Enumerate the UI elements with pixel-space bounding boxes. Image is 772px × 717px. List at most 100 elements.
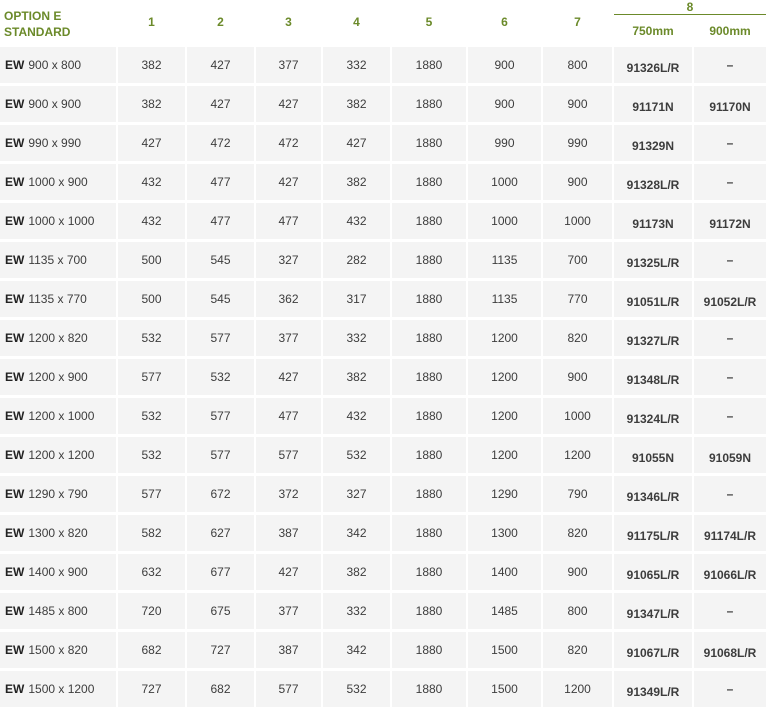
row-size: 900 x 800 (28, 58, 82, 72)
cell-col-1: 382 (118, 86, 185, 122)
code-750-text: 91327L/R (626, 334, 680, 348)
code-750-text: 91326L/R (626, 61, 680, 75)
code-750-text: 91171N (632, 100, 674, 114)
cell-col-2: 545 (187, 242, 254, 278)
table-row: EW 1200 x 1200 532 577 577 532 1880 1200 1200 910… (0, 437, 766, 473)
row-prefix: EW (5, 331, 25, 345)
row-prefix: EW (5, 409, 25, 423)
cell-col-7: 820 (543, 632, 612, 668)
code-750-text: 91346L/R (626, 490, 680, 504)
cell-col-5: 1880 (392, 398, 466, 434)
cell-col-6: 1300 (468, 515, 541, 551)
cell-col-6: 1485 (468, 593, 541, 629)
table-row: EW 1135 x 770 500 545 362 317 1880 1135 770 91051… (0, 281, 766, 317)
code-900-cell: – (694, 164, 766, 200)
code-900-cell: 91068L/R (694, 632, 766, 668)
cell-col-1: 432 (118, 203, 185, 239)
cell-col-5: 1880 (392, 671, 466, 707)
cell-col-2: 682 (187, 671, 254, 707)
cell-col-4: 432 (323, 203, 390, 239)
row-size: 1300 x 820 (28, 526, 88, 540)
code-900-text: – (726, 682, 734, 696)
code-750-cell: 91328L/R (614, 164, 692, 200)
code-750-text: 91055N (631, 451, 675, 465)
row-prefix: EW (5, 565, 25, 579)
code-750-text: 91175L/R (626, 529, 680, 543)
cell-col-1: 532 (118, 320, 185, 356)
table-row: EW 1485 x 800 720 675 377 332 1880 1485 800 91347… (0, 593, 766, 629)
code-900-text: – (726, 487, 734, 501)
code-750-text: 91051L/R (626, 295, 680, 309)
table-row: EW 1000 x 1000 432 477 477 432 1880 1000 1000 911… (0, 203, 766, 239)
cell-col-3: 327 (256, 242, 321, 278)
code-900-cell: – (694, 359, 766, 395)
option-heading: OPTION E STANDARD (0, 0, 116, 44)
code-750-cell: 91347L/R (614, 593, 692, 629)
row-size: 1000 x 1000 (28, 214, 95, 228)
cell-col-7: 900 (543, 554, 612, 590)
code-750-cell: 91325L/R (614, 242, 692, 278)
code-750-cell: 91065L/R (614, 554, 692, 590)
cell-col-5: 1880 (392, 554, 466, 590)
row-prefix: EW (5, 97, 25, 111)
cell-col-1: 582 (118, 515, 185, 551)
cell-col-6: 1290 (468, 476, 541, 512)
column-header-4: 4 (323, 0, 390, 44)
row-prefix: EW (5, 58, 25, 72)
cell-col-3: 577 (256, 671, 321, 707)
cell-col-6: 990 (468, 125, 541, 161)
row-label: EW 1135 x 700 (0, 242, 116, 278)
cell-col-5: 1880 (392, 593, 466, 629)
code-900-text: – (726, 175, 734, 189)
row-size: 1485 x 800 (28, 604, 88, 618)
cell-col-5: 1880 (392, 125, 466, 161)
code-750-cell: 91324L/R (614, 398, 692, 434)
column-header-8: 8 (614, 0, 766, 15)
row-label: EW 1200 x 820 (0, 320, 116, 356)
cell-col-6: 1200 (468, 437, 541, 473)
cell-col-1: 577 (118, 476, 185, 512)
row-size: 1200 x 1000 (28, 409, 95, 423)
cell-col-5: 1880 (392, 86, 466, 122)
row-label: EW 1485 x 800 (0, 593, 116, 629)
cell-col-6: 900 (468, 86, 541, 122)
row-prefix: EW (5, 175, 25, 189)
code-900-text: – (726, 409, 734, 423)
cell-col-3: 427 (256, 86, 321, 122)
code-900-text: 91068L/R (703, 646, 757, 660)
cell-col-1: 720 (118, 593, 185, 629)
row-label: EW 1200 x 1000 (0, 398, 116, 434)
row-label: EW 1290 x 790 (0, 476, 116, 512)
row-size: 1400 x 900 (28, 565, 88, 579)
cell-col-3: 477 (256, 203, 321, 239)
code-900-text: 91066L/R (703, 568, 757, 582)
cell-col-5: 1880 (392, 359, 466, 395)
table-row: EW 1200 x 900 577 532 427 382 1880 1200 900 91348… (0, 359, 766, 395)
option-line-1: OPTION E (4, 9, 62, 23)
code-900-cell: – (694, 671, 766, 707)
code-900-cell: 91170N (694, 86, 766, 122)
row-size: 1500 x 820 (28, 643, 88, 657)
row-size: 1500 x 1200 (28, 682, 95, 696)
cell-col-2: 577 (187, 437, 254, 473)
table-row: EW 1200 x 1000 532 577 477 432 1880 1200 1000 913… (0, 398, 766, 434)
table-row: EW 1500 x 820 682 727 387 342 1880 1500 820 91067… (0, 632, 766, 668)
row-prefix: EW (5, 370, 25, 384)
cell-col-1: 500 (118, 242, 185, 278)
table-row: EW 900 x 900 382 427 427 382 1880 900 900 91171N 9… (0, 86, 766, 122)
cell-col-7: 900 (543, 86, 612, 122)
cell-col-6: 1200 (468, 398, 541, 434)
code-900-text: – (726, 331, 734, 345)
code-900-cell: – (694, 398, 766, 434)
cell-col-7: 1200 (543, 437, 612, 473)
cell-col-1: 727 (118, 671, 185, 707)
cell-col-4: 332 (323, 593, 390, 629)
cell-col-2: 532 (187, 359, 254, 395)
table-row: EW 1000 x 900 432 477 427 382 1880 1000 900 91328… (0, 164, 766, 200)
code-900-cell: – (694, 320, 766, 356)
option-line-2: STANDARD (4, 25, 71, 39)
cell-col-3: 577 (256, 437, 321, 473)
code-900-cell: – (694, 47, 766, 83)
row-prefix: EW (5, 682, 25, 696)
row-size: 1290 x 790 (28, 487, 88, 501)
